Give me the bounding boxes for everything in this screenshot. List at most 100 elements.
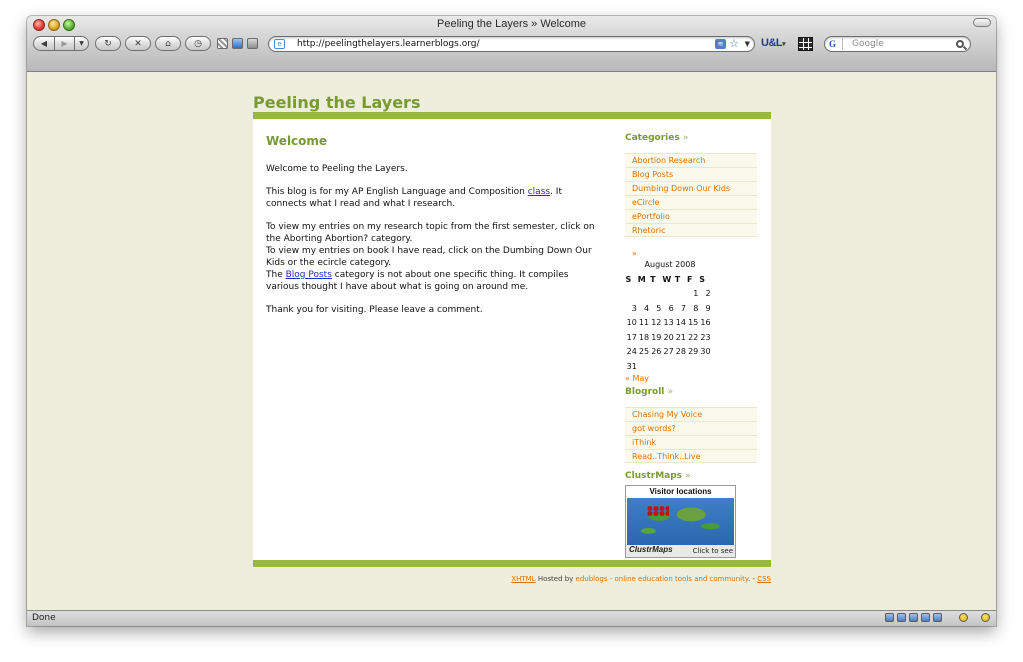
category-link[interactable]: ePortfolio [625, 209, 757, 223]
home-icon: ⌂ [165, 38, 171, 49]
status-bar: Done [27, 610, 996, 626]
blogroll-heading: Blogroll » [625, 387, 673, 397]
category-link[interactable]: Blog Posts [625, 167, 757, 181]
star-icon[interactable]: ☆ [729, 37, 739, 51]
sync-icon[interactable] [897, 613, 906, 622]
calendar-caption: August 2008 [644, 260, 696, 269]
calendar-day: 31 [626, 361, 637, 371]
bookmark-icon[interactable] [232, 38, 243, 49]
weekday-header: F [686, 274, 693, 284]
addon-face-icon[interactable] [981, 613, 990, 622]
search-bar[interactable]: G Google [824, 36, 971, 52]
click-to-see-link[interactable]: Click to see [693, 547, 733, 555]
blogroll-link[interactable]: Chasing My Voice [625, 407, 757, 421]
weekday-header: S [699, 274, 706, 284]
calendar-day: 14 [675, 318, 686, 328]
calendar-day: 18 [638, 332, 650, 342]
weekday-header: S [625, 274, 632, 284]
calendar-day [625, 287, 637, 302]
calendar-day: 21 [675, 332, 686, 342]
calendar-day: 22 [688, 332, 699, 342]
post-title[interactable]: Welcome [266, 134, 327, 148]
content-area: Welcome Welcome to Peeling the Layers. T… [253, 119, 771, 560]
xhtml-link[interactable]: XHTML [511, 575, 535, 583]
calendar-day: 6 [668, 303, 674, 313]
category-link[interactable]: Rhetoric [625, 223, 757, 237]
stop-icon: ✕ [134, 38, 142, 49]
calendar-week: 24 25 26 27 28 29 30 [625, 345, 711, 360]
css-link[interactable]: CSS [757, 575, 771, 583]
calendar-prev-link[interactable]: « May [625, 374, 649, 383]
stop-button[interactable]: ✕ [125, 36, 151, 51]
category-link[interactable]: Abortion Research [625, 153, 757, 167]
clustrmaps-logo: ClustrMaps [629, 545, 673, 554]
navigation-buttons: ◀ ▶ ▼ [33, 36, 89, 51]
reload-button[interactable]: ↻ [95, 36, 121, 51]
map-footer: ClustrMaps Click to see [626, 545, 735, 557]
calendar-day: 16 [700, 318, 711, 328]
search-icon[interactable] [956, 40, 964, 48]
paragraph-text: To view my entries on book I have read, … [266, 246, 592, 268]
network-icon[interactable] [885, 613, 894, 622]
rss-icon[interactable]: ≋ [715, 39, 726, 49]
calendar-day [686, 359, 698, 374]
blog-title[interactable]: Peeling the Layers [253, 93, 420, 112]
url-input[interactable]: http://peelingthelayers.learnerblogs.org… [297, 38, 480, 51]
forward-button[interactable]: ▶ [55, 36, 75, 51]
site-favicon-icon: e [274, 39, 285, 49]
calendar-day [637, 359, 649, 374]
blogroll-link[interactable]: iThink [625, 435, 757, 449]
toolbar-toggle-button[interactable] [973, 18, 991, 27]
page-viewport: Peeling the Layers Welcome Welcome to Pe… [27, 73, 996, 610]
search-input[interactable]: Google [852, 38, 884, 51]
blogroll-link[interactable]: got words? [625, 421, 757, 435]
smiley-icon[interactable] [959, 613, 968, 622]
calendar-day: 30 [700, 347, 711, 357]
history-dropdown-button[interactable]: ▼ [75, 36, 89, 51]
google-icon[interactable]: G [829, 38, 843, 50]
calendar-week: 12 [625, 287, 711, 302]
back-button[interactable]: ◀ [33, 36, 55, 51]
addon-dropdown-icon: ▾ [782, 41, 786, 48]
category-link[interactable]: Dumbing Down Our Kids [625, 181, 757, 195]
weekday-header: M [637, 274, 646, 284]
mail-icon[interactable] [909, 613, 918, 622]
browser-window: Peeling the Layers » Welcome ◀ ▶ ▼ ↻ ✕ ⌂… [27, 16, 996, 626]
blog-posts-link[interactable]: Blog Posts [286, 270, 332, 280]
history-button[interactable]: ◷ [185, 36, 211, 51]
blogroll-link[interactable]: Read..Think..Live [625, 449, 757, 463]
world-map-image[interactable] [627, 498, 734, 545]
calendar-day: 11 [638, 318, 650, 328]
categories-heading: Categories » [625, 133, 688, 143]
class-link[interactable]: class [528, 187, 550, 197]
header-divider [253, 112, 771, 119]
calendar-day: 12 [651, 318, 662, 328]
forward-icon: ▶ [61, 39, 68, 48]
edublogs-link[interactable]: edublogs - online education tools and co… [576, 575, 748, 583]
url-dropdown-icon[interactable]: ▼ [745, 38, 750, 51]
visitor-map-widget[interactable]: Visitor locations ClustrMaps Click to se… [625, 485, 736, 558]
grid-icon[interactable] [798, 37, 813, 51]
footer-text: Hosted by [535, 575, 576, 583]
back-icon: ◀ [40, 39, 48, 48]
heading-text: Categories [625, 133, 680, 143]
calendar-arrow: » [632, 249, 637, 258]
lock-icon[interactable] [247, 38, 258, 49]
blocker-icon[interactable] [933, 613, 942, 622]
calendar-day: 17 [626, 332, 637, 342]
blogroll-list: Chasing My Voice got words? iThink Read..Th… [625, 407, 757, 463]
calendar-day: 4 [644, 303, 650, 313]
categories-list: Abortion Research Blog Posts Dumbing Down … [625, 153, 757, 237]
home-button[interactable]: ⌂ [155, 36, 181, 51]
category-link[interactable]: eCircle [625, 195, 757, 209]
calendar-week: 3456789 [625, 301, 711, 316]
addon-logo-button[interactable]: U&L▾ [761, 37, 786, 49]
calendar-icon[interactable] [921, 613, 930, 622]
map-header: Visitor locations [649, 487, 712, 496]
clock-icon: ◷ [194, 38, 202, 49]
post-body: Welcome to Peeling the Layers. This blog… [266, 163, 598, 327]
calendar-day [637, 287, 649, 302]
address-bar[interactable]: e http://peelingthelayers.learnerblogs.o… [268, 36, 755, 52]
pattern-icon[interactable] [217, 38, 228, 49]
addon-logo-text: U&L [761, 37, 783, 49]
